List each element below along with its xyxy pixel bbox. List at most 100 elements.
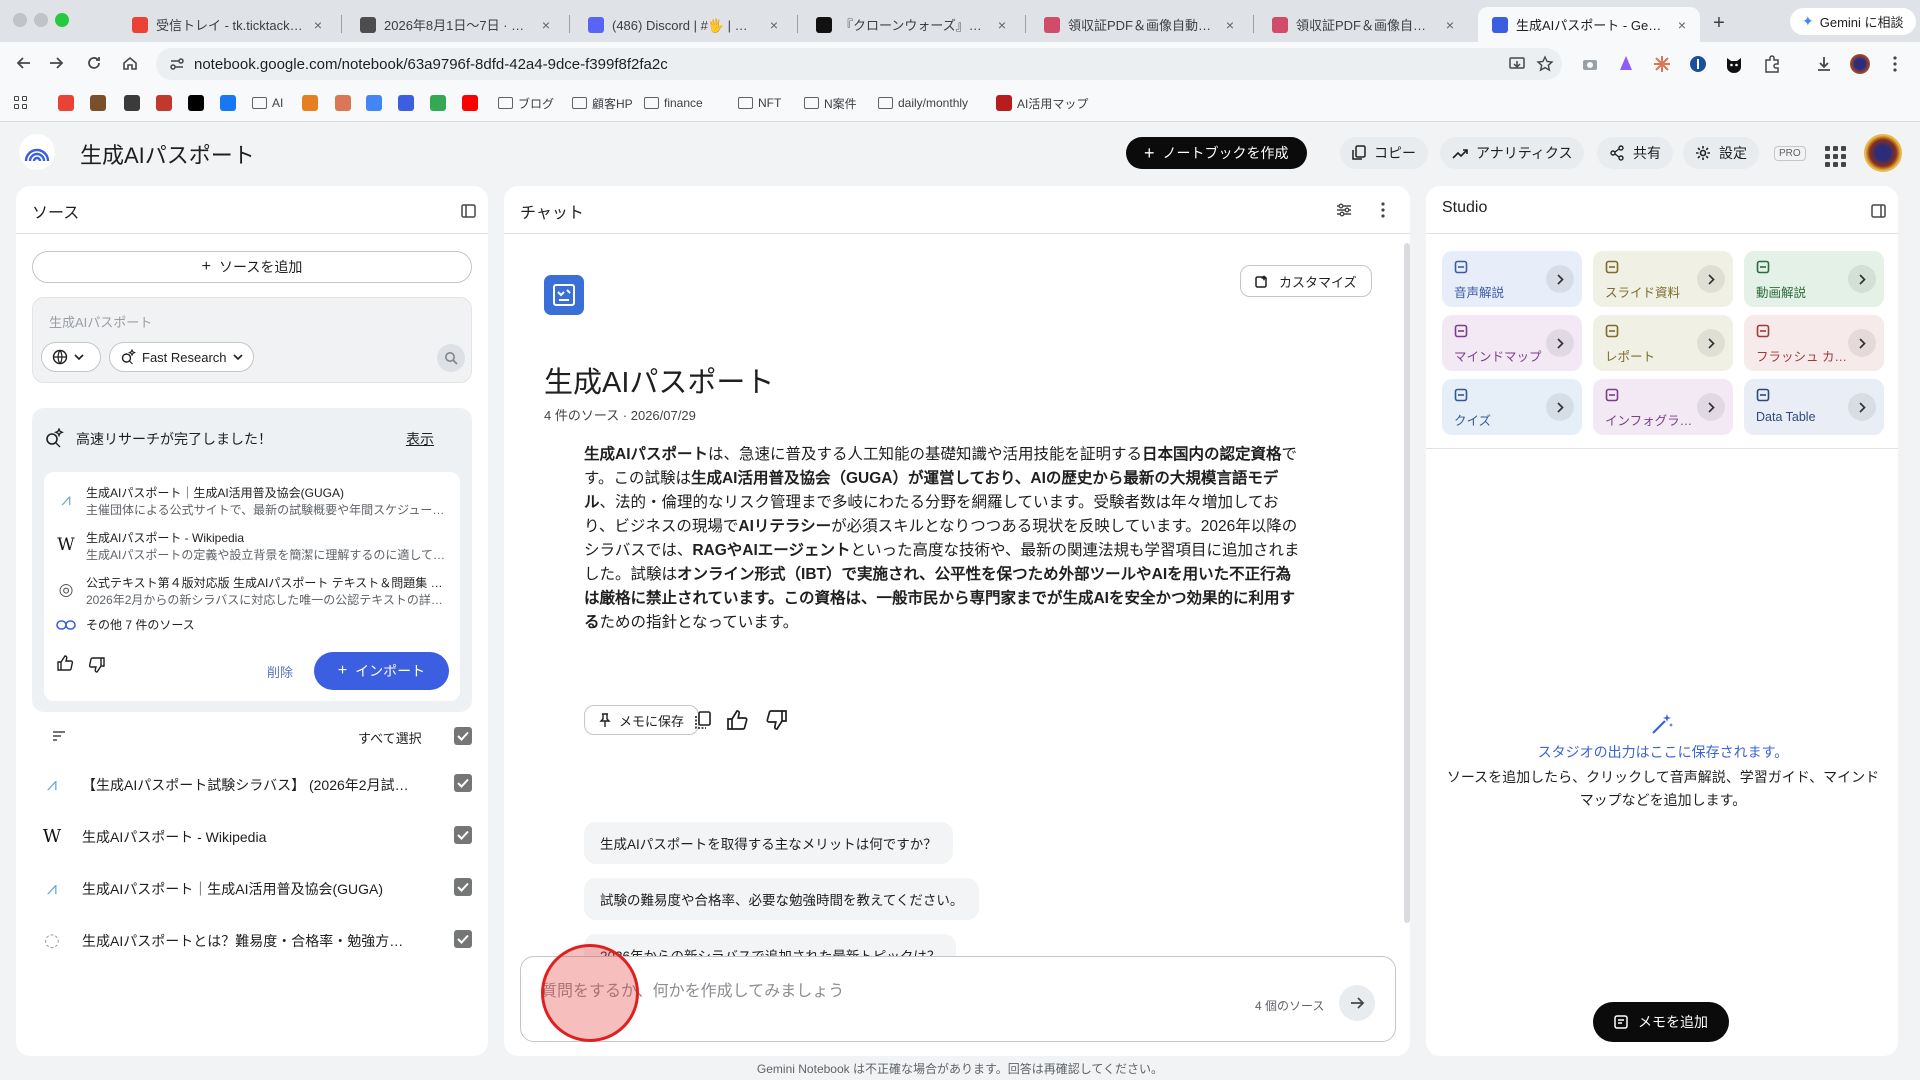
research-result-item[interactable]: ⩘ 生成AIパスポート｜生成AI活用普及協会(GUGA) 主催団体による公式サイトで… xyxy=(56,484,456,520)
notebook-logo[interactable] xyxy=(19,134,55,170)
source-checkbox[interactable] xyxy=(454,774,472,792)
chat-settings-tune-icon[interactable] xyxy=(1336,203,1352,217)
bookmark-folder[interactable]: N案件 xyxy=(804,94,857,112)
browser-tab[interactable]: 2026年8月1日〜7日 · Notion × xyxy=(346,7,564,42)
claude-extension-icon[interactable] xyxy=(1652,54,1672,74)
source-search-input[interactable]: 生成AIパスポート xyxy=(49,312,152,331)
forward-button[interactable] xyxy=(44,51,68,75)
studio-tile[interactable]: 動画解説 xyxy=(1744,251,1884,307)
chevron-right-icon[interactable] xyxy=(1697,265,1725,293)
filter-sort-icon[interactable] xyxy=(52,730,66,742)
settings-button[interactable]: 設定 xyxy=(1683,137,1759,169)
bookmark-calendar[interactable] xyxy=(90,94,106,112)
site-info-icon[interactable] xyxy=(168,55,186,73)
browser-tab[interactable]: 領収証PDF＆画像自動リネ × xyxy=(1030,7,1248,42)
copy-button[interactable]: コピー xyxy=(1340,137,1428,169)
chevron-right-icon[interactable] xyxy=(1697,329,1725,357)
bookmark-notebook[interactable] xyxy=(398,94,414,112)
source-search-box[interactable]: 生成AIパスポート Fast Research xyxy=(32,297,472,383)
tab-close-icon[interactable]: × xyxy=(1674,17,1690,33)
gemini-chip-button[interactable]: ✦ Gemini に相談 xyxy=(1790,8,1916,35)
source-list-item[interactable]: ⩘ 生成AIパスポート｜生成AI活用普及協会(GUGA) xyxy=(32,867,472,907)
research-result-item[interactable]: W 生成AIパスポート - Wikipedia 生成AIパスポートの定義や設立背景を… xyxy=(56,529,456,565)
bookmark-gmail[interactable] xyxy=(58,94,74,112)
chat-messages-area[interactable]: カスタマイズ 生成AIパスポート 4 件のソース · 2026/07/29 生成… xyxy=(504,235,1410,976)
window-maximize-button[interactable] xyxy=(55,13,69,27)
bookmark-notion[interactable] xyxy=(124,94,140,112)
chevron-right-icon[interactable] xyxy=(1697,393,1725,421)
studio-tile[interactable]: マインドマップ xyxy=(1442,315,1582,371)
new-tab-button[interactable]: + xyxy=(1705,10,1733,38)
account-avatar[interactable] xyxy=(1864,134,1902,172)
studio-tile[interactable]: スライド資料 xyxy=(1593,251,1733,307)
research-mode-dropdown[interactable]: Fast Research xyxy=(109,342,254,372)
thumbs-up-icon[interactable] xyxy=(56,654,74,672)
send-button[interactable] xyxy=(1339,985,1375,1021)
chevron-right-icon[interactable] xyxy=(1848,393,1876,421)
add-memo-button[interactable]: メモを追加 xyxy=(1593,1002,1729,1042)
bookmark-folder[interactable]: daily/monthly xyxy=(878,94,968,112)
web-source-dropdown[interactable] xyxy=(41,342,101,372)
browser-menu-button[interactable] xyxy=(1892,55,1898,73)
studio-tile[interactable]: 音声解説 xyxy=(1442,251,1582,307)
bookmark-folder[interactable]: AI活用マップ xyxy=(996,94,1088,112)
tab-close-icon[interactable]: × xyxy=(1222,17,1238,33)
collapse-panel-icon[interactable] xyxy=(1871,204,1886,218)
bookmark-x[interactable] xyxy=(188,94,204,112)
chevron-right-icon[interactable] xyxy=(1848,265,1876,293)
research-result-item[interactable]: ◎ 公式テキスト第４版対応版 生成AIパスポート テキスト＆問題集 … 2026年2… xyxy=(56,574,456,610)
bookmark-claude[interactable] xyxy=(335,94,351,112)
chat-scrollbar[interactable] xyxy=(1404,243,1410,923)
window-minimize-button[interactable] xyxy=(34,13,48,27)
apps-shortcut-icon[interactable] xyxy=(14,96,27,109)
install-app-icon[interactable] xyxy=(1508,55,1526,73)
thumbs-down-icon[interactable] xyxy=(88,656,106,674)
customize-button[interactable]: カスタマイズ xyxy=(1240,265,1372,297)
studio-tile[interactable]: レポート xyxy=(1593,315,1733,371)
bookmark-folder[interactable]: 顧客HP xyxy=(572,94,633,112)
browser-tab[interactable]: 領収証PDF＆画像自動リネ × xyxy=(1258,7,1468,42)
back-button[interactable] xyxy=(12,51,36,75)
share-button[interactable]: 共有 xyxy=(1597,137,1673,169)
create-notebook-button[interactable]: + ノートブックを作成 xyxy=(1126,137,1307,169)
studio-tile[interactable]: Data Table xyxy=(1744,379,1884,435)
copy-icon[interactable] xyxy=(692,709,714,731)
collapse-panel-icon[interactable] xyxy=(461,204,476,218)
bookmark-folder[interactable]: AI xyxy=(252,94,283,112)
chat-composer[interactable]: 質問をするか、何かを作成してみましょう 4 個のソース xyxy=(520,956,1396,1042)
address-bar[interactable]: notebook.google.com/notebook/63a9796f-8d… xyxy=(156,48,1562,80)
search-submit-button[interactable] xyxy=(437,344,465,372)
tab-close-icon[interactable]: × xyxy=(310,17,326,33)
notebook-title[interactable]: 生成AIパスポート xyxy=(80,138,255,170)
browser-tab[interactable]: 生成AIパスポート - Gemini N × xyxy=(1478,7,1700,42)
chevron-right-icon[interactable] xyxy=(1546,329,1574,357)
bookmark-folder[interactable]: ブログ xyxy=(498,94,554,112)
source-list-item[interactable]: W 生成AIパスポート - Wikipedia xyxy=(32,815,472,855)
delete-button[interactable]: 削除 xyxy=(267,662,293,681)
chat-more-icon[interactable] xyxy=(1381,202,1385,218)
source-checkbox[interactable] xyxy=(454,826,472,844)
chevron-right-icon[interactable] xyxy=(1848,329,1876,357)
suggested-question[interactable]: 生成AIパスポートを取得する主なメリットは何ですか？ xyxy=(584,822,953,864)
profile-avatar[interactable] xyxy=(1850,54,1870,74)
select-all-checkbox[interactable] xyxy=(454,727,472,745)
extensions-puzzle-icon[interactable] xyxy=(1762,54,1782,74)
download-icon[interactable] xyxy=(1814,54,1834,74)
tab-close-icon[interactable]: × xyxy=(1442,17,1458,33)
reload-button[interactable] xyxy=(82,51,106,75)
browser-tab[interactable]: 『クローンウォーズ』最短攻略 × xyxy=(802,7,1020,42)
browser-tab[interactable]: 受信トレイ - tk.ticktack@gm × xyxy=(118,7,336,42)
purple-extension-icon[interactable] xyxy=(1616,54,1636,74)
bookmark-folder[interactable]: NFT xyxy=(738,94,781,112)
cat-extension-icon[interactable] xyxy=(1724,54,1744,74)
bookmark-gemini[interactable] xyxy=(366,94,382,112)
bookmark-facebook[interactable] xyxy=(220,94,236,112)
bookmark-hub[interactable] xyxy=(302,94,318,112)
password-extension-icon[interactable] xyxy=(1688,54,1708,74)
more-sources-link[interactable]: その他 7 件のソース xyxy=(56,616,195,633)
source-list-item[interactable]: ◌ 生成AIパスポートとは？難易度・合格率・勉強方… xyxy=(32,919,472,959)
suggested-question[interactable]: 試験の難易度や合格率、必要な勉強時間を教えてください。 xyxy=(584,878,980,920)
thumbs-down-icon[interactable] xyxy=(766,709,788,731)
analytics-button[interactable]: アナリティクス xyxy=(1440,137,1585,169)
tab-close-icon[interactable]: × xyxy=(766,17,782,33)
